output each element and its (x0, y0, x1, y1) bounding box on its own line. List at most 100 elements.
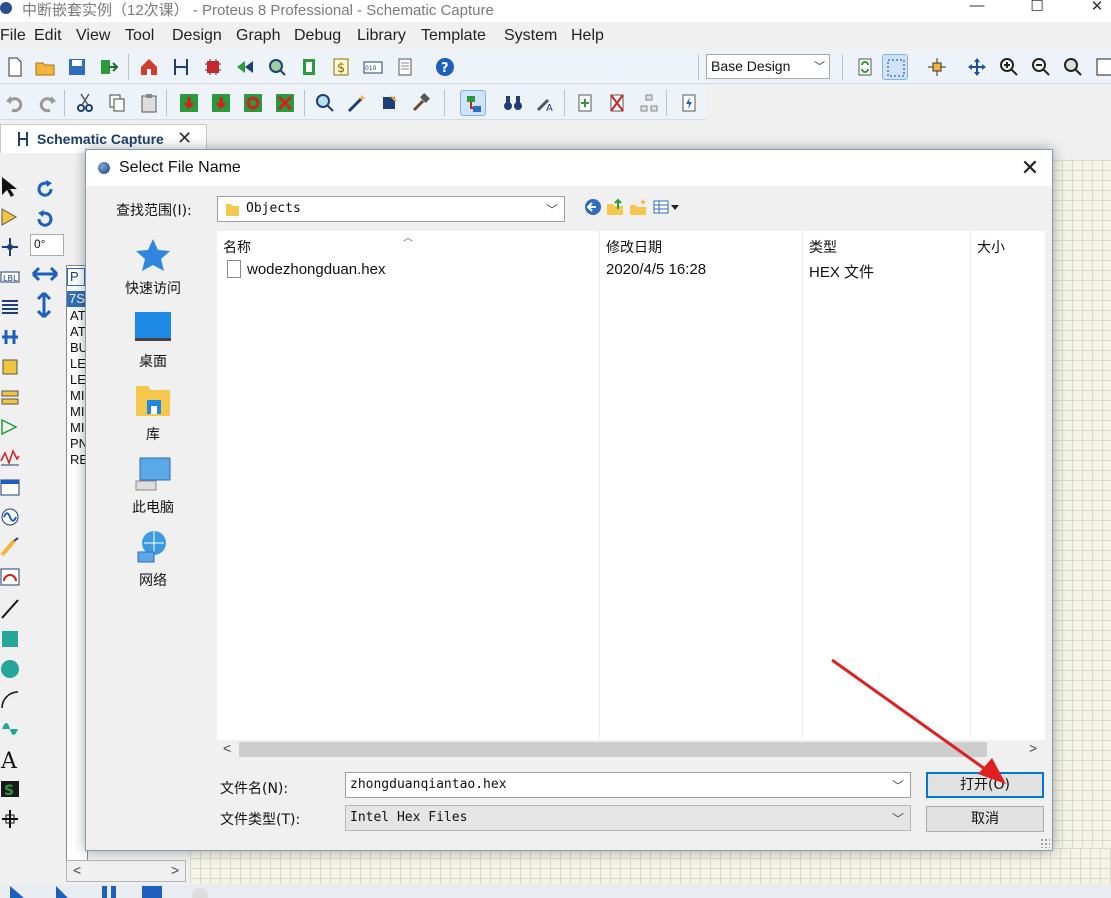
pan-button[interactable] (964, 54, 990, 80)
device-list-item[interactable]: LE (70, 356, 86, 371)
device-panel-scrollbar[interactable]: < > (66, 860, 186, 882)
menu-system[interactable]: System (504, 27, 557, 45)
new-folder-icon[interactable] (629, 198, 647, 216)
home-button[interactable] (136, 54, 162, 80)
pick-device-button[interactable] (312, 90, 338, 116)
component-mode-icon[interactable] (0, 206, 20, 228)
path-tool-icon[interactable] (0, 718, 20, 740)
menu-file[interactable]: File (0, 27, 26, 45)
erc-report-button[interactable] (676, 90, 702, 116)
design-variant-select[interactable]: Base Design ﹀ (706, 54, 830, 79)
menu-help[interactable]: Help (571, 27, 604, 45)
wire-label-icon[interactable]: LBL (0, 266, 20, 288)
selection-mode-icon[interactable] (0, 176, 20, 198)
play-icon[interactable] (6, 886, 30, 898)
back-icon[interactable] (584, 198, 602, 216)
undo-button[interactable] (2, 90, 28, 116)
minimize-button[interactable]: — (954, 0, 1000, 19)
place-desktop[interactable]: 桌面 (114, 309, 192, 371)
rotate-clockwise-icon[interactable] (34, 178, 56, 200)
place-this-pc[interactable]: 此电脑 (114, 455, 192, 517)
block-delete-button[interactable] (272, 90, 298, 116)
menu-library[interactable]: Library (357, 27, 406, 45)
view-menu-icon[interactable] (653, 198, 681, 216)
save-button[interactable] (64, 54, 90, 80)
new-sheet-button[interactable] (572, 90, 598, 116)
design-explorer-button[interactable] (296, 54, 322, 80)
scroll-right-icon[interactable]: > (1029, 740, 1037, 756)
graph-mode-icon[interactable] (0, 446, 20, 468)
help-button[interactable]: ? (432, 54, 458, 80)
pcb-layout-button[interactable] (200, 54, 226, 80)
pick-devices-button[interactable]: P (67, 268, 85, 286)
close-window-button[interactable]: ✕ (1074, 0, 1111, 19)
column-header-name[interactable]: 名称 (223, 237, 251, 257)
remove-sheet-button[interactable] (604, 90, 630, 116)
symbol-tool-icon[interactable]: S (0, 778, 20, 800)
refresh-button[interactable] (852, 54, 878, 80)
circle-tool-icon[interactable] (0, 658, 20, 680)
menu-template[interactable]: Template (421, 27, 486, 45)
place-library[interactable]: 库 (114, 382, 192, 444)
text-script-icon[interactable] (0, 296, 20, 318)
block-rotate-button[interactable] (240, 90, 266, 116)
voltage-probe-icon[interactable] (0, 536, 20, 558)
redo-button[interactable] (34, 90, 60, 116)
wire-autorouter-button[interactable] (460, 90, 486, 116)
place-network[interactable]: 网络 (114, 528, 192, 590)
filetype-select[interactable]: Intel Hex Files ﹀ (345, 805, 911, 831)
bus-icon[interactable] (0, 326, 20, 348)
menu-debug[interactable]: Debug (294, 27, 341, 45)
make-device-button[interactable] (344, 90, 370, 116)
menu-edit[interactable]: Edit (34, 27, 62, 45)
device-list-item[interactable]: MI (70, 404, 84, 419)
decompose-button[interactable] (408, 90, 434, 116)
menu-view[interactable]: View (76, 27, 110, 45)
menu-design[interactable]: Design (172, 27, 222, 45)
rotate-anticlockwise-icon[interactable] (34, 208, 56, 230)
new-file-button[interactable] (2, 54, 28, 80)
schematic-canvas-bottom[interactable] (190, 848, 1111, 884)
device-list-item-selected[interactable]: 7S (67, 291, 87, 307)
file-row[interactable]: wodezhongduan.hex 2020/4/5 16:28 HEX 文件 (217, 259, 1045, 281)
zoom-area-button[interactable] (1092, 54, 1111, 80)
paste-button[interactable] (136, 90, 162, 116)
virtual-instrument-icon[interactable] (0, 566, 20, 588)
look-in-combobox[interactable]: Objects ﹀ (217, 196, 565, 222)
import-button[interactable] (96, 54, 122, 80)
device-list-item[interactable]: AT (70, 308, 86, 323)
step-icon[interactable] (52, 886, 76, 898)
arc-tool-icon[interactable] (0, 688, 20, 710)
dialog-close-button[interactable]: ✕ (1016, 154, 1044, 182)
place-quick-access[interactable]: 快速访问 (114, 236, 192, 298)
device-list-item[interactable]: MI (70, 420, 84, 435)
column-header-modified[interactable]: 修改日期 (606, 237, 662, 257)
mirror-vertical-icon[interactable] (36, 292, 52, 318)
gerber-viewer-button[interactable] (264, 54, 290, 80)
device-list-item[interactable]: MI (70, 388, 84, 403)
generator-icon[interactable] (0, 506, 20, 528)
box-tool-icon[interactable] (0, 628, 20, 650)
search-tag-button[interactable] (500, 90, 526, 116)
cancel-button[interactable]: 取消 (926, 806, 1044, 832)
subcircuit-icon[interactable] (0, 356, 20, 378)
packaging-tool-button[interactable] (376, 90, 402, 116)
copy-button[interactable] (104, 90, 130, 116)
property-assignment-button[interactable]: A (532, 90, 558, 116)
marker-tool-icon[interactable] (0, 808, 20, 830)
scroll-left-icon[interactable]: < (73, 862, 81, 878)
block-move-button[interactable] (208, 90, 234, 116)
toggle-grid-button[interactable] (882, 54, 908, 80)
cut-button[interactable] (72, 90, 98, 116)
menu-graph[interactable]: Graph (236, 27, 280, 45)
zoom-out-button[interactable] (1028, 54, 1054, 80)
maximize-button[interactable]: ☐ (1014, 0, 1060, 19)
device-pins-icon[interactable] (0, 416, 20, 438)
text-tool-icon[interactable]: A (0, 748, 20, 770)
bill-of-materials-button[interactable]: $ (328, 54, 354, 80)
scroll-left-icon[interactable]: < (223, 740, 231, 756)
origin-button[interactable] (924, 54, 950, 80)
mirror-horizontal-icon[interactable] (32, 266, 58, 282)
pause-icon[interactable] (98, 886, 122, 898)
tape-recorder-icon[interactable] (0, 476, 20, 498)
